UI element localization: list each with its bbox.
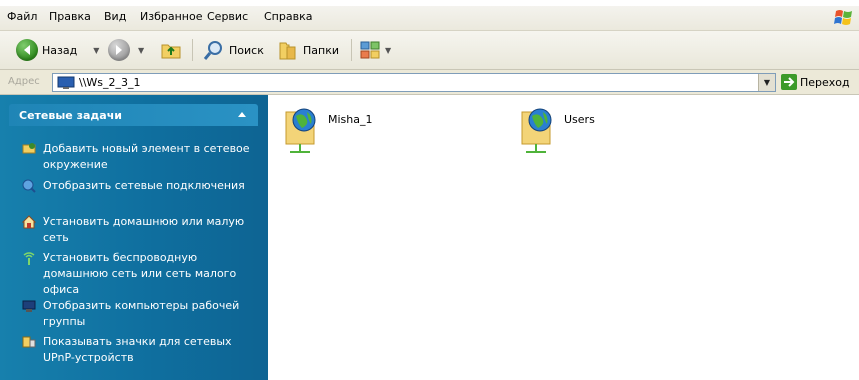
task-wireless-network[interactable]: Установить беспроводную домашнюю сеть ил… — [22, 250, 252, 298]
up-folder-button[interactable] — [160, 37, 182, 63]
toolbar-separator — [351, 39, 352, 61]
content-pane: Misha_1 Users — [268, 95, 859, 380]
views-dropdown-icon[interactable]: ▼ — [385, 46, 391, 55]
task-label: Установить беспроводную домашнюю сеть ил… — [43, 251, 237, 296]
menu-edit[interactable]: Правка — [49, 10, 91, 23]
back-button[interactable]: Назад ▼ — [16, 37, 99, 63]
address-bar: Адрес \\Ws_2_3_1 ▼ Переход — [0, 70, 859, 95]
menu-help[interactable]: Справка — [264, 10, 312, 23]
views-icon — [360, 41, 380, 59]
toolbar: Назад ▼ ▼ Поиск Папки ▼ — [0, 31, 859, 70]
task-pane: Сетевые задачи Добавить новый элемент в … — [0, 95, 268, 380]
task-pane-header[interactable]: Сетевые задачи — [9, 104, 258, 126]
task-pane-title: Сетевые задачи — [19, 108, 122, 122]
address-field[interactable]: \\Ws_2_3_1 ▼ — [52, 73, 776, 92]
share-item[interactable]: Misha_1 — [282, 104, 373, 156]
task-label: Показывать значки для сетевых UPnP-устро… — [43, 335, 232, 364]
search-label: Поиск — [229, 43, 264, 57]
windows-flag-icon — [833, 7, 855, 29]
menu-favorites[interactable]: Избранное — [140, 10, 202, 23]
go-button[interactable]: Переход — [781, 73, 850, 91]
home-network-icon — [22, 215, 36, 229]
task-label: Отобразить сетевые подключения — [43, 179, 245, 192]
share-item[interactable]: Users — [518, 104, 595, 156]
up-folder-icon — [161, 44, 181, 59]
task-add-network-place[interactable]: Добавить новый элемент в сетевое окружен… — [22, 141, 252, 173]
address-label: Адрес — [8, 76, 40, 87]
task-network-connections[interactable]: Отобразить сетевые подключения — [22, 178, 252, 194]
back-arrow-icon — [16, 39, 38, 61]
toolbar-separator — [192, 39, 193, 61]
task-workgroup-computers[interactable]: Отобразить компьютеры рабочей группы — [22, 298, 252, 330]
go-label: Переход — [800, 75, 850, 89]
task-home-network[interactable]: Установить домашнюю или малую сеть — [22, 214, 252, 246]
menu-tools[interactable]: Сервис — [207, 10, 248, 23]
network-share-folder-icon — [521, 108, 552, 153]
address-value: \\Ws_2_3_1 — [79, 76, 141, 89]
upnp-devices-icon — [22, 336, 36, 348]
back-label: Назад — [42, 43, 78, 57]
forward-button[interactable]: ▼ — [108, 37, 144, 63]
network-connections-icon — [22, 179, 36, 193]
share-label: Users — [564, 112, 595, 126]
computer-icon — [57, 76, 75, 89]
menu-view[interactable]: Вид — [104, 10, 126, 23]
folders-icon — [279, 42, 296, 60]
workgroup-computers-icon — [22, 300, 36, 312]
go-arrow-icon — [781, 74, 797, 90]
back-dropdown-icon[interactable]: ▼ — [93, 46, 99, 55]
task-label: Добавить новый элемент в сетевое окружен… — [43, 142, 250, 171]
menu-bar: Файл Правка Вид Избранное Сервис Справка — [0, 6, 859, 31]
task-upnp-devices[interactable]: Показывать значки для сетевых UPnP-устро… — [22, 334, 252, 366]
forward-dropdown-icon[interactable]: ▼ — [138, 46, 144, 55]
folders-label: Папки — [303, 43, 339, 57]
search-button[interactable]: Поиск — [203, 37, 264, 63]
collapse-icon[interactable] — [238, 112, 246, 117]
menu-file[interactable]: Файл — [7, 10, 37, 23]
address-dropdown-icon[interactable]: ▼ — [758, 74, 775, 91]
forward-arrow-icon — [108, 39, 130, 61]
folders-button[interactable]: Папки — [277, 37, 339, 63]
search-icon — [203, 41, 222, 60]
share-label: Misha_1 — [328, 112, 373, 126]
task-label: Установить домашнюю или малую сеть — [43, 215, 245, 244]
add-network-place-icon — [22, 143, 36, 154]
task-label: Отобразить компьютеры рабочей группы — [43, 299, 240, 328]
wireless-network-icon — [23, 252, 35, 265]
network-share-folder-icon — [285, 108, 316, 153]
views-button[interactable]: ▼ — [359, 37, 391, 63]
